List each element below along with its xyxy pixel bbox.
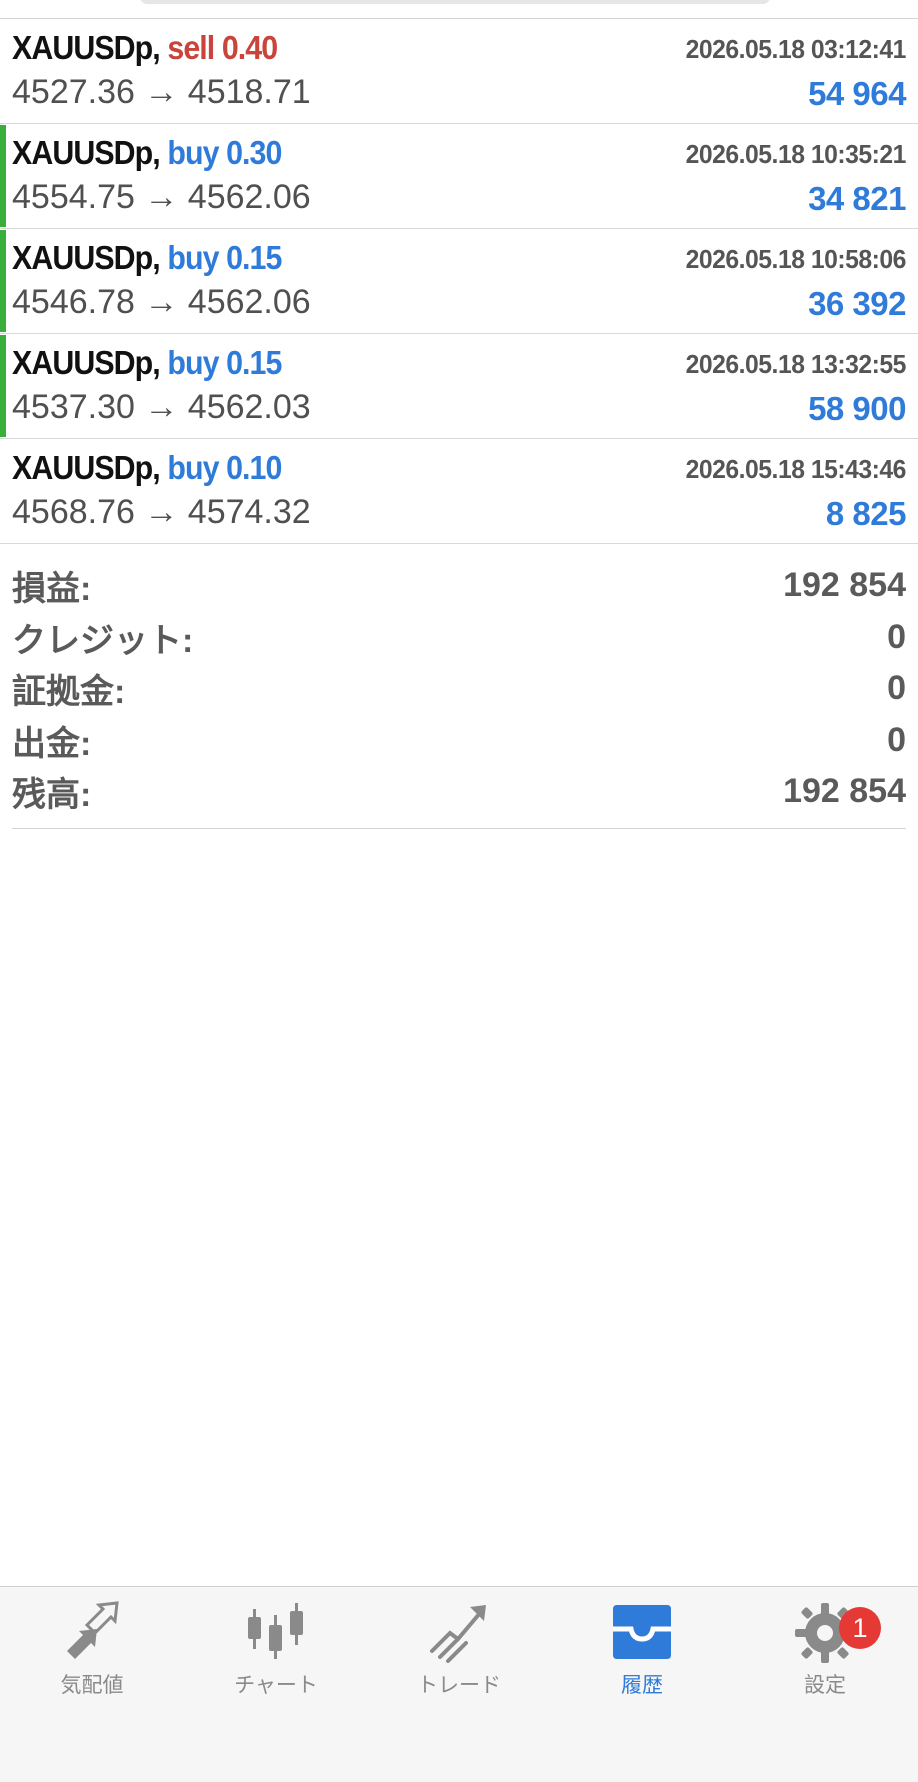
deal-time: 2026.05.18 03:12:41 bbox=[685, 34, 907, 64]
deal-side: buy 0.30 bbox=[167, 134, 282, 171]
deal-side: buy 0.15 bbox=[167, 239, 282, 276]
deal-symbol: XAUUSDp, bbox=[12, 239, 161, 276]
deal-prices: 4568.76 → 4574.32 bbox=[12, 493, 311, 531]
deal-profit: 54 964 bbox=[808, 75, 906, 112]
summary-label: 証拠金: bbox=[12, 673, 126, 712]
notification-badge: 1 bbox=[839, 1607, 881, 1649]
deal-row[interactable]: XAUUSDp, buy 0.15 2026.05.18 13:32:55 45… bbox=[0, 334, 918, 439]
deal-profit: 58 900 bbox=[808, 390, 906, 427]
deal-title: XAUUSDp, buy 0.30 bbox=[12, 134, 282, 172]
summary-value: 192 854 bbox=[783, 772, 906, 811]
top-segment-remnant bbox=[140, 0, 770, 4]
deal-symbol: XAUUSDp, bbox=[12, 134, 161, 171]
deal-side: buy 0.15 bbox=[167, 344, 282, 381]
summary-label: クレジット: bbox=[12, 621, 194, 660]
deal-list: XAUUSDp, sell 0.40 2026.05.18 03:12:41 4… bbox=[0, 19, 918, 544]
tab-label: 履歴 bbox=[621, 1674, 663, 1697]
summary-value: 192 854 bbox=[783, 566, 906, 605]
deal-time: 2026.05.18 13:32:55 bbox=[685, 349, 907, 379]
deal-symbol: XAUUSDp, bbox=[12, 449, 161, 486]
tab-trade[interactable]: トレード bbox=[367, 1599, 551, 1699]
summary-row-withdrawal: 出金: 0 bbox=[12, 715, 906, 767]
deal-row[interactable]: XAUUSDp, buy 0.15 2026.05.18 10:58:06 45… bbox=[0, 229, 918, 334]
deal-time: 2026.05.18 15:43:46 bbox=[685, 454, 907, 484]
tab-label: 設定 bbox=[804, 1674, 846, 1697]
deal-side: buy 0.10 bbox=[167, 449, 282, 486]
tab-quotes[interactable]: 気配値 bbox=[0, 1599, 184, 1699]
trade-trend-icon bbox=[430, 1605, 486, 1663]
bottom-tab-bar: 気配値 チャート トレード 履歴 設定 1 bbox=[0, 1586, 918, 1782]
summary-row-margin: 証拠金: 0 bbox=[12, 663, 906, 715]
tab-label: トレード bbox=[417, 1674, 501, 1697]
summary-row-profit: 損益: 192 854 bbox=[12, 560, 906, 612]
deal-profit: 8 825 bbox=[825, 495, 907, 532]
summary-row-credit: クレジット: 0 bbox=[12, 612, 906, 664]
summary-value: 0 bbox=[887, 720, 906, 759]
deal-title: XAUUSDp, buy 0.15 bbox=[12, 239, 282, 277]
account-summary: 損益: 192 854 クレジット: 0 証拠金: 0 出金: 0 残高: 19… bbox=[12, 560, 906, 829]
deal-row[interactable]: XAUUSDp, sell 0.40 2026.05.18 03:12:41 4… bbox=[0, 19, 918, 124]
deal-prices: 4546.78 → 4562.06 bbox=[12, 283, 311, 321]
candlestick-icon bbox=[248, 1603, 303, 1659]
deal-title: XAUUSDp, buy 0.10 bbox=[12, 449, 282, 487]
history-screen: XAUUSDp, sell 0.40 2026.05.18 03:12:41 4… bbox=[0, 0, 918, 1782]
deal-symbol: XAUUSDp, bbox=[12, 344, 161, 381]
deal-time: 2026.05.18 10:35:21 bbox=[685, 139, 907, 169]
quotes-arrows-icon bbox=[67, 1601, 119, 1659]
summary-label: 残高: bbox=[12, 776, 92, 815]
deal-row[interactable]: XAUUSDp, buy 0.10 2026.05.18 15:43:46 45… bbox=[0, 439, 918, 544]
deal-prices: 4527.36 → 4518.71 bbox=[12, 73, 311, 111]
deal-title: XAUUSDp, buy 0.15 bbox=[12, 344, 282, 382]
inbox-tray-icon bbox=[613, 1605, 671, 1659]
deal-row[interactable]: XAUUSDp, buy 0.30 2026.05.18 10:35:21 45… bbox=[0, 124, 918, 229]
deal-time: 2026.05.18 10:58:06 bbox=[685, 244, 907, 274]
deal-profit: 36 392 bbox=[808, 285, 906, 322]
deal-title: XAUUSDp, sell 0.40 bbox=[12, 29, 278, 67]
deal-prices: 4537.30 → 4562.03 bbox=[12, 388, 311, 426]
summary-label: 損益: bbox=[12, 570, 92, 609]
summary-label: 出金: bbox=[12, 724, 92, 763]
tab-label: チャート bbox=[234, 1674, 318, 1697]
summary-value: 0 bbox=[887, 669, 906, 708]
tab-history[interactable]: 履歴 bbox=[550, 1599, 734, 1699]
summary-row-balance: 残高: 192 854 bbox=[12, 766, 906, 818]
deal-symbol: XAUUSDp, bbox=[12, 29, 161, 66]
deal-prices: 4554.75 → 4562.06 bbox=[12, 178, 311, 216]
summary-value: 0 bbox=[887, 617, 906, 656]
tab-settings[interactable]: 設定 1 bbox=[733, 1599, 917, 1699]
deal-profit: 34 821 bbox=[808, 180, 906, 217]
tab-chart[interactable]: チャート bbox=[184, 1599, 368, 1699]
tab-label: 気配値 bbox=[60, 1674, 124, 1697]
deal-side: sell 0.40 bbox=[167, 29, 278, 66]
